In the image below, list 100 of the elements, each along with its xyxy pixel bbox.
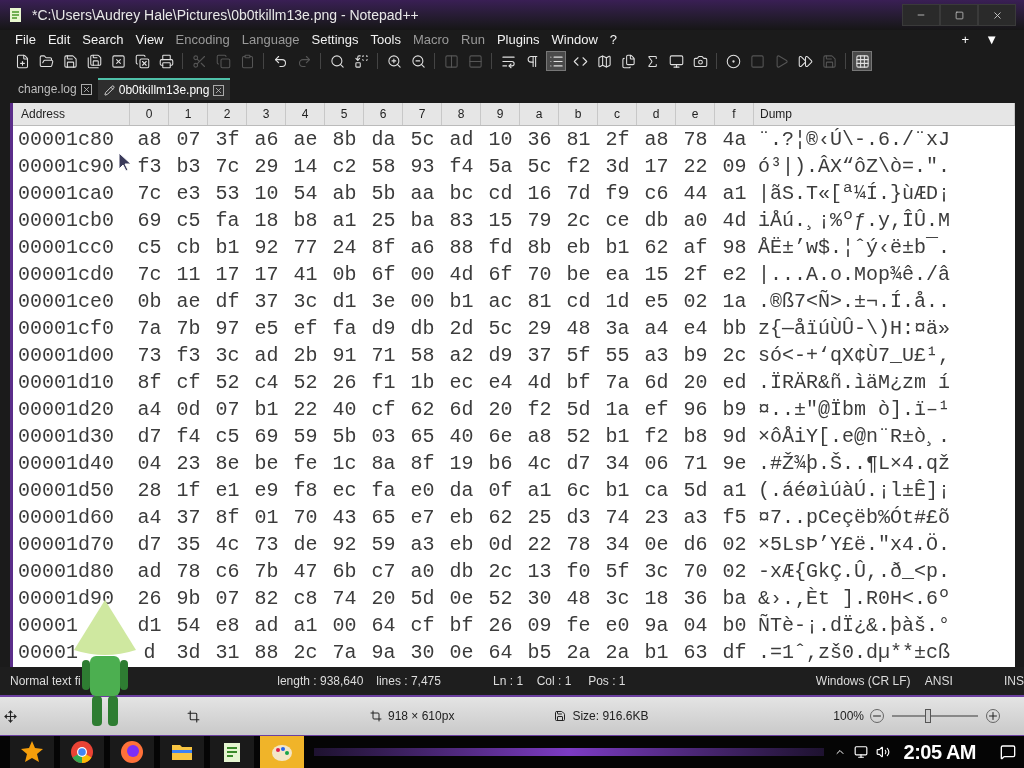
byte-cell-text: b8 [682,423,709,450]
byte-cell-text: 3c [604,585,631,612]
byte-cell-text: 3c [214,342,241,369]
byte-cell-text: 81 [565,126,592,153]
byte-cell-text: 4d [526,369,553,396]
byte-cell-text: 88 [253,639,280,666]
byte-cell-text: 20 [487,396,514,423]
byte-cell-text: 7c [136,261,163,288]
byte-cell-text: da [448,477,475,504]
byte-cell-text: 63 [682,639,709,666]
address-cell: 00001d40 [18,451,114,475]
maximize-button[interactable] [940,4,978,26]
byte-cell-text: ed [721,369,748,396]
byte-cell-text: 0d [175,396,202,423]
byte-cell-text: 30 [526,585,553,612]
close-icon [991,9,1003,21]
volume-icon[interactable] [875,745,890,759]
address-cell: 00001cc0 [18,235,114,259]
crop-icon[interactable] [187,709,200,723]
byte-cell-text: e9 [253,477,280,504]
tab-label: 0b0tkillm13e.png [118,82,210,99]
byte-cell-text: a3 [409,531,436,558]
menu-item[interactable]: Tools [365,30,406,50]
byte-cell-text: da [370,126,397,153]
byte-cell-text: 2c [721,342,748,369]
tab-list-button[interactable]: ▼ [985,30,998,50]
byte-cell-text: 52 [292,369,319,396]
byte-cell-text: 88 [448,234,475,261]
address-cell: 00001d00 [18,343,114,367]
byte-cell-text: 03 [370,423,397,450]
file-type-label: Normal text fi [9,673,82,690]
move-icon[interactable] [4,709,17,723]
byte-cell-text: 25 [370,207,397,234]
byte-cell-text: 5c [487,315,514,342]
column-header: 8 [442,103,481,125]
notification-icon[interactable] [1000,744,1016,760]
byte-cell-text: 48 [565,585,592,612]
byte-cell-text: e3 [175,180,202,207]
taskbar-button[interactable] [10,736,54,768]
byte-cell-text: 2f [604,126,631,153]
byte-cell-text: ec [331,477,358,504]
byte-cell-text: f4 [175,423,202,450]
menu-item[interactable]: View [130,30,169,50]
byte-cell-text: 36 [682,585,709,612]
clock-time[interactable]: 2:05 AM [897,737,982,767]
menu-item[interactable]: Search [77,30,129,50]
byte-cell-text: 0d [487,531,514,558]
zoom-in-icon [386,53,402,69]
menu-item[interactable]: Edit [42,30,76,50]
taskbar-button[interactable] [210,736,254,768]
slider-thumb[interactable] [925,709,932,723]
taskbar-button[interactable] [110,736,154,768]
file-tab[interactable]: change.log [12,78,98,100]
taskbar-button[interactable] [160,736,204,768]
byte-cell-text: a8 [643,126,670,153]
address-cell: 00001cb0 [18,208,114,232]
byte-cell-text: 0e [448,585,475,612]
close-icon[interactable] [80,83,92,95]
byte-cell-text: b6 [487,450,514,477]
menu-item[interactable]: Settings [306,30,364,50]
byte-cell-text: b9 [721,396,748,423]
byte-cell-text: 6b [331,558,358,585]
byte-cell-text: c5 [175,207,202,234]
byte-cell-text: 98 [721,234,748,261]
byte-cell-text: fa [331,315,358,342]
byte-cell-text: a6 [253,126,280,153]
byte-cell-text: 01 [253,504,280,531]
zoom-in-icon[interactable] [986,709,1000,723]
byte-cell-text: 78 [565,531,592,558]
file-tab[interactable]: 0b0tkillm13e.png [97,78,231,100]
dump-cell-text: |...A.o.Mop¾ê./â [757,261,951,288]
menu-item[interactable]: ? [604,30,623,50]
byte-cell-text: a1 [721,180,748,207]
save-icon [554,710,567,722]
byte-cell-text: 7a [604,369,631,396]
menu-item[interactable]: Window [546,30,603,50]
byte-cell-text: 9b [175,585,202,612]
column-header: 7 [403,103,442,125]
byte-cell-text: bc [448,180,475,207]
byte-cell-text: cb [175,234,202,261]
maximize-icon [954,10,964,20]
taskbar-button[interactable] [60,736,104,768]
byte-cell-text: 31 [214,639,241,666]
column-header: d [637,103,676,125]
menu-item[interactable]: File [10,30,41,50]
dimensions-label: 918 × 610px [388,708,455,725]
byte-cell-text: 22 [292,396,319,423]
byte-cell-text: 3d [175,639,202,666]
byte-cell-text: 17 [253,261,280,288]
column-header: 0 [130,103,169,125]
zoom-slider[interactable] [892,708,978,724]
byte-cell-text: 13 [526,558,553,585]
new-tab-button[interactable]: + [961,30,970,50]
close-icon[interactable] [213,84,225,96]
grid-button[interactable] [852,51,872,71]
byte-cell-text: b1 [643,639,670,666]
byte-cell-text: d9 [487,342,514,369]
byte-cell-text: 5b [370,180,397,207]
menu-item[interactable]: Plugins [491,30,545,50]
list-button[interactable] [546,51,566,71]
